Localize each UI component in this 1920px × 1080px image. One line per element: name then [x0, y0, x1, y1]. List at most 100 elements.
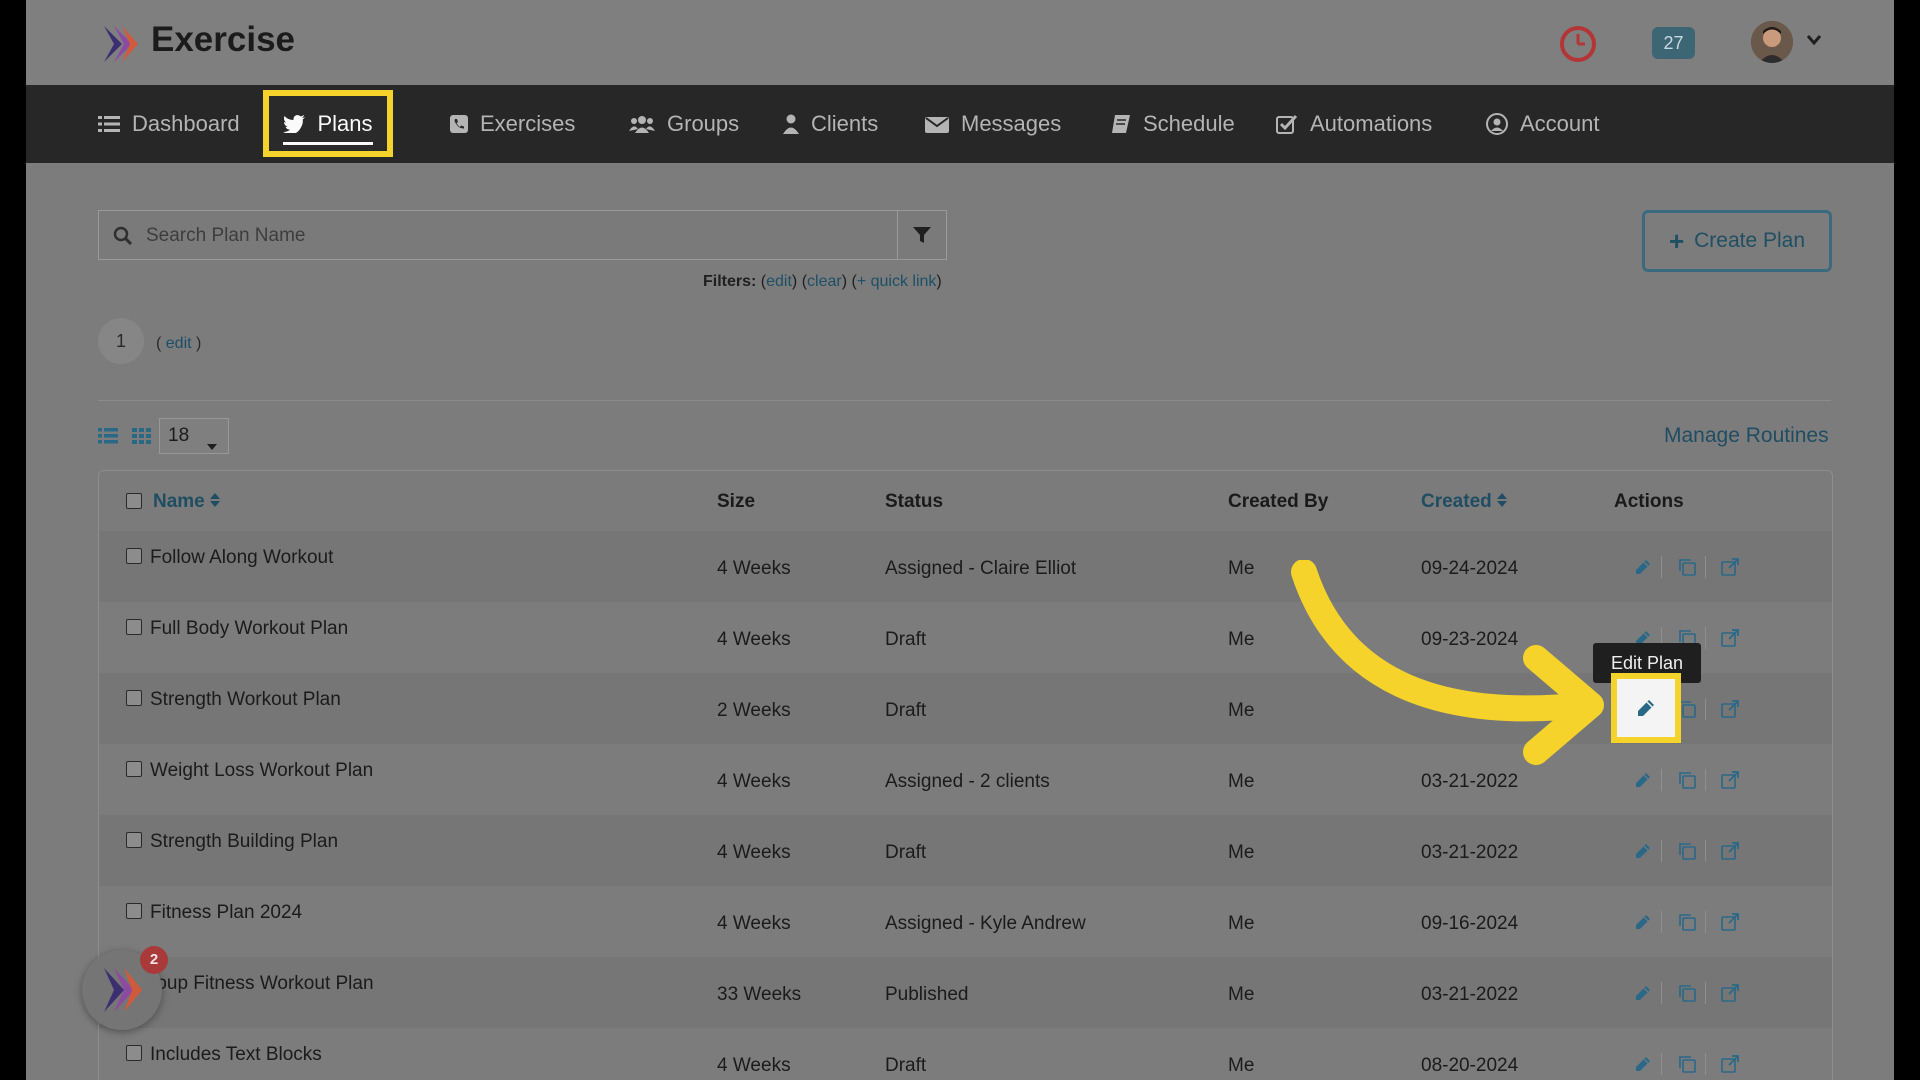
plan-status: Published — [885, 984, 969, 1005]
plan-name[interactable]: Includes Text Blocks — [150, 1044, 322, 1066]
plan-created-by: Me — [1228, 842, 1255, 863]
active-tab-underline — [283, 142, 373, 145]
filters-label: Filters: — [703, 273, 757, 290]
filters-clear-link[interactable]: clear — [807, 273, 842, 290]
open-plan-external-button[interactable] — [1721, 984, 1739, 1007]
row-checkbox[interactable] — [126, 761, 142, 777]
column-header-created[interactable]: Created — [1421, 491, 1508, 513]
notification-count-badge[interactable]: 27 — [1652, 27, 1695, 59]
search-box — [98, 210, 898, 260]
filters-quick-link[interactable]: + quick link — [857, 273, 937, 290]
nav-item-account[interactable]: Account — [1486, 85, 1600, 163]
create-plan-button[interactable]: + Create Plan — [1642, 210, 1832, 272]
row-checkbox[interactable] — [126, 548, 142, 564]
nav-label: Dashboard — [132, 111, 240, 136]
plan-status: Draft — [885, 629, 927, 650]
user-avatar[interactable] — [1751, 21, 1793, 63]
plan-created-date: 03-21-2022 — [1421, 842, 1519, 863]
plus-icon: + — [1668, 225, 1685, 256]
action-divider — [1661, 982, 1662, 1004]
row-checkbox[interactable] — [126, 832, 142, 848]
row-checkbox[interactable] — [126, 1045, 142, 1061]
copy-icon — [1679, 985, 1696, 1002]
copy-icon — [1679, 772, 1696, 789]
edit-plan-button[interactable] — [1635, 985, 1651, 1006]
open-plan-external-button[interactable] — [1721, 558, 1739, 581]
filter-button[interactable] — [897, 210, 947, 260]
open-plan-external-button[interactable] — [1721, 771, 1739, 794]
filters-edit-link[interactable]: edit — [766, 273, 792, 290]
edit-plan-button[interactable] — [1635, 843, 1651, 864]
nav-label: Exercises — [480, 111, 576, 136]
caret-down-icon — [207, 434, 217, 456]
nav-item-dashboard[interactable]: Dashboard — [98, 85, 240, 163]
grid-view-icon[interactable] — [132, 427, 152, 450]
copy-plan-button[interactable] — [1678, 1055, 1696, 1078]
clock-icon[interactable] — [1558, 24, 1598, 69]
plan-name[interactable]: Weight Loss Workout Plan — [150, 760, 373, 782]
open-plan-external-button[interactable] — [1721, 1055, 1739, 1078]
manage-routines-link[interactable]: Manage Routines — [1664, 424, 1829, 448]
plan-name[interactable]: Full Body Workout Plan — [150, 618, 348, 640]
edit-plan-button[interactable] — [1635, 772, 1651, 793]
plan-name[interactable]: Fitness Plan 2024 — [150, 902, 302, 924]
column-header-name[interactable]: Name — [153, 491, 221, 513]
action-divider — [1661, 1053, 1662, 1075]
plan-name[interactable]: roup Fitness Workout Plan — [150, 973, 374, 995]
per-page-select[interactable]: 18 — [159, 418, 229, 454]
edit-plan-button[interactable] — [1635, 559, 1651, 580]
row-checkbox[interactable] — [126, 690, 142, 706]
copy-plan-button[interactable] — [1678, 771, 1696, 794]
copy-plan-button[interactable] — [1678, 842, 1696, 865]
nav-item-schedule[interactable]: Schedule — [1111, 85, 1235, 163]
column-header-size: Size — [717, 491, 756, 512]
plan-size: 2 Weeks — [717, 700, 791, 721]
page-edit-link[interactable]: edit — [166, 335, 192, 352]
page-edit: ( edit ) — [156, 335, 202, 352]
app-logo-icon[interactable] — [100, 24, 140, 69]
list-view-icon[interactable] — [98, 427, 118, 450]
nav-item-clients[interactable]: Clients — [783, 85, 878, 163]
plan-name[interactable]: Strength Building Plan — [150, 831, 338, 853]
edit-plan-button[interactable] — [1635, 914, 1651, 935]
copy-plan-button[interactable] — [1678, 913, 1696, 936]
open-plan-external-button[interactable] — [1721, 842, 1739, 865]
nav-label: Clients — [811, 111, 879, 136]
create-plan-label: Create Plan — [1694, 229, 1806, 252]
edit-plan-button-highlighted[interactable] — [1611, 673, 1681, 743]
plan-status: Draft — [885, 1055, 927, 1076]
plan-created-by: Me — [1228, 913, 1255, 934]
per-page-value: 18 — [168, 425, 190, 446]
copy-plan-button[interactable] — [1678, 984, 1696, 1007]
row-checkbox[interactable] — [126, 619, 142, 635]
nav-item-plans[interactable]: Plans — [263, 90, 393, 157]
external-link-icon — [1721, 558, 1739, 576]
plan-status: Assigned - Kyle Andrew — [885, 913, 1086, 934]
user-icon — [783, 114, 799, 134]
nav-item-messages[interactable]: Messages — [925, 85, 1061, 163]
search-input[interactable] — [144, 219, 888, 253]
nav-label: Automations — [1310, 111, 1433, 136]
open-plan-external-button[interactable] — [1721, 629, 1739, 652]
action-divider — [1705, 698, 1706, 720]
page-number[interactable]: 1 — [98, 318, 144, 364]
action-divider — [1661, 911, 1662, 933]
row-checkbox[interactable] — [126, 903, 142, 919]
nav-label: Account — [1520, 111, 1600, 136]
open-plan-external-button[interactable] — [1721, 913, 1739, 936]
edit-plan-button[interactable] — [1635, 1056, 1651, 1077]
plan-size: 4 Weeks — [717, 558, 791, 579]
table-row: Strength Building Plan 4 Weeks Draft Me 03-2… — [99, 815, 1832, 886]
chevron-down-icon[interactable] — [1806, 33, 1822, 51]
copy-plan-button[interactable] — [1678, 558, 1696, 581]
nav-item-groups[interactable]: Groups — [629, 85, 739, 163]
sort-icon — [210, 493, 221, 507]
plan-name[interactable]: Strength Workout Plan — [150, 689, 341, 711]
nav-label: Schedule — [1143, 111, 1235, 136]
plan-name[interactable]: Follow Along Workout — [150, 547, 333, 569]
nav-item-automations[interactable]: Automations — [1276, 85, 1432, 163]
nav-item-exercises[interactable]: Exercises — [450, 85, 575, 163]
nav-label: Groups — [667, 111, 740, 136]
select-all-checkbox[interactable] — [126, 493, 142, 509]
open-plan-external-button[interactable] — [1721, 700, 1739, 723]
